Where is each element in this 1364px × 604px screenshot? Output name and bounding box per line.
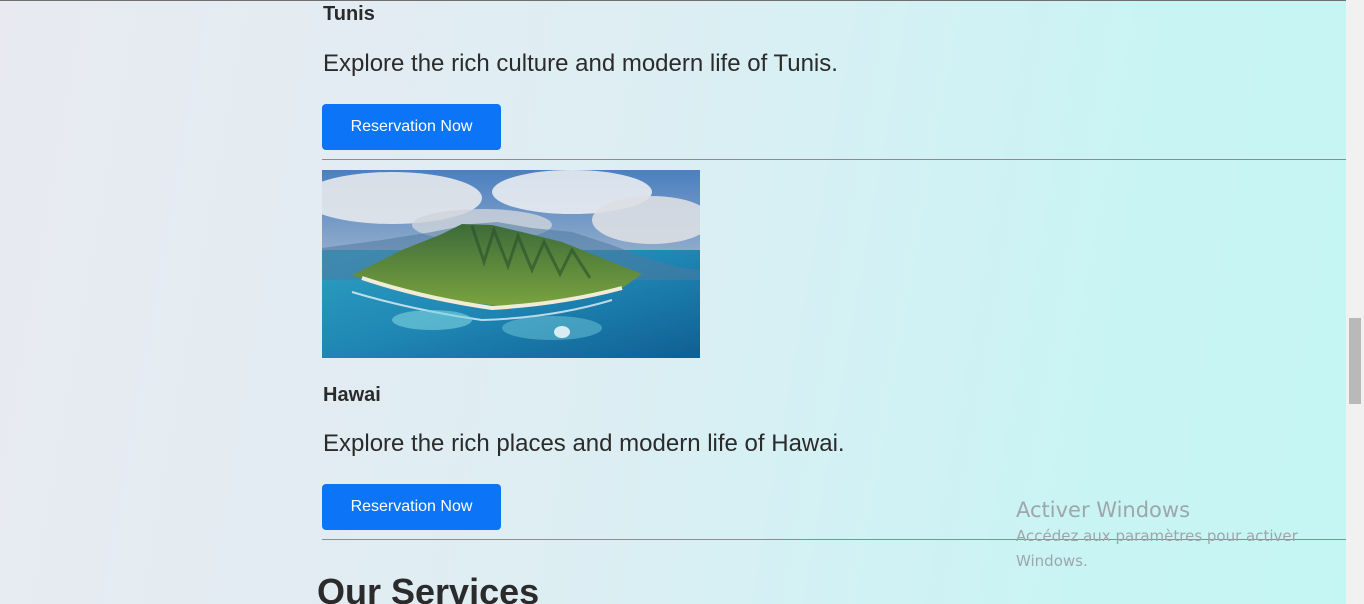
destination-description-tunis: Explore the rich culture and modern life…: [323, 50, 838, 77]
card-divider: [322, 159, 1346, 160]
windows-activation-watermark: Activer Windows Accédez aux paramètres p…: [1016, 496, 1326, 574]
destination-description-hawai: Explore the rich places and modern life …: [323, 430, 845, 457]
hawai-island-image: [322, 170, 700, 358]
vertical-scrollbar[interactable]: [1346, 0, 1364, 604]
destination-title-hawai: Hawai: [323, 384, 381, 406]
reservation-button-hawai[interactable]: Reservation Now: [322, 484, 501, 530]
reservation-button-tunis[interactable]: Reservation Now: [322, 104, 501, 150]
destination-title-tunis: Tunis: [323, 3, 375, 25]
services-section-title: Our Services: [317, 571, 540, 604]
top-divider: [0, 0, 1346, 1]
watermark-subtitle: Accédez aux paramètres pour activer Wind…: [1016, 527, 1298, 570]
scrollbar-thumb[interactable]: [1349, 318, 1361, 404]
watermark-title: Activer Windows: [1016, 498, 1191, 522]
